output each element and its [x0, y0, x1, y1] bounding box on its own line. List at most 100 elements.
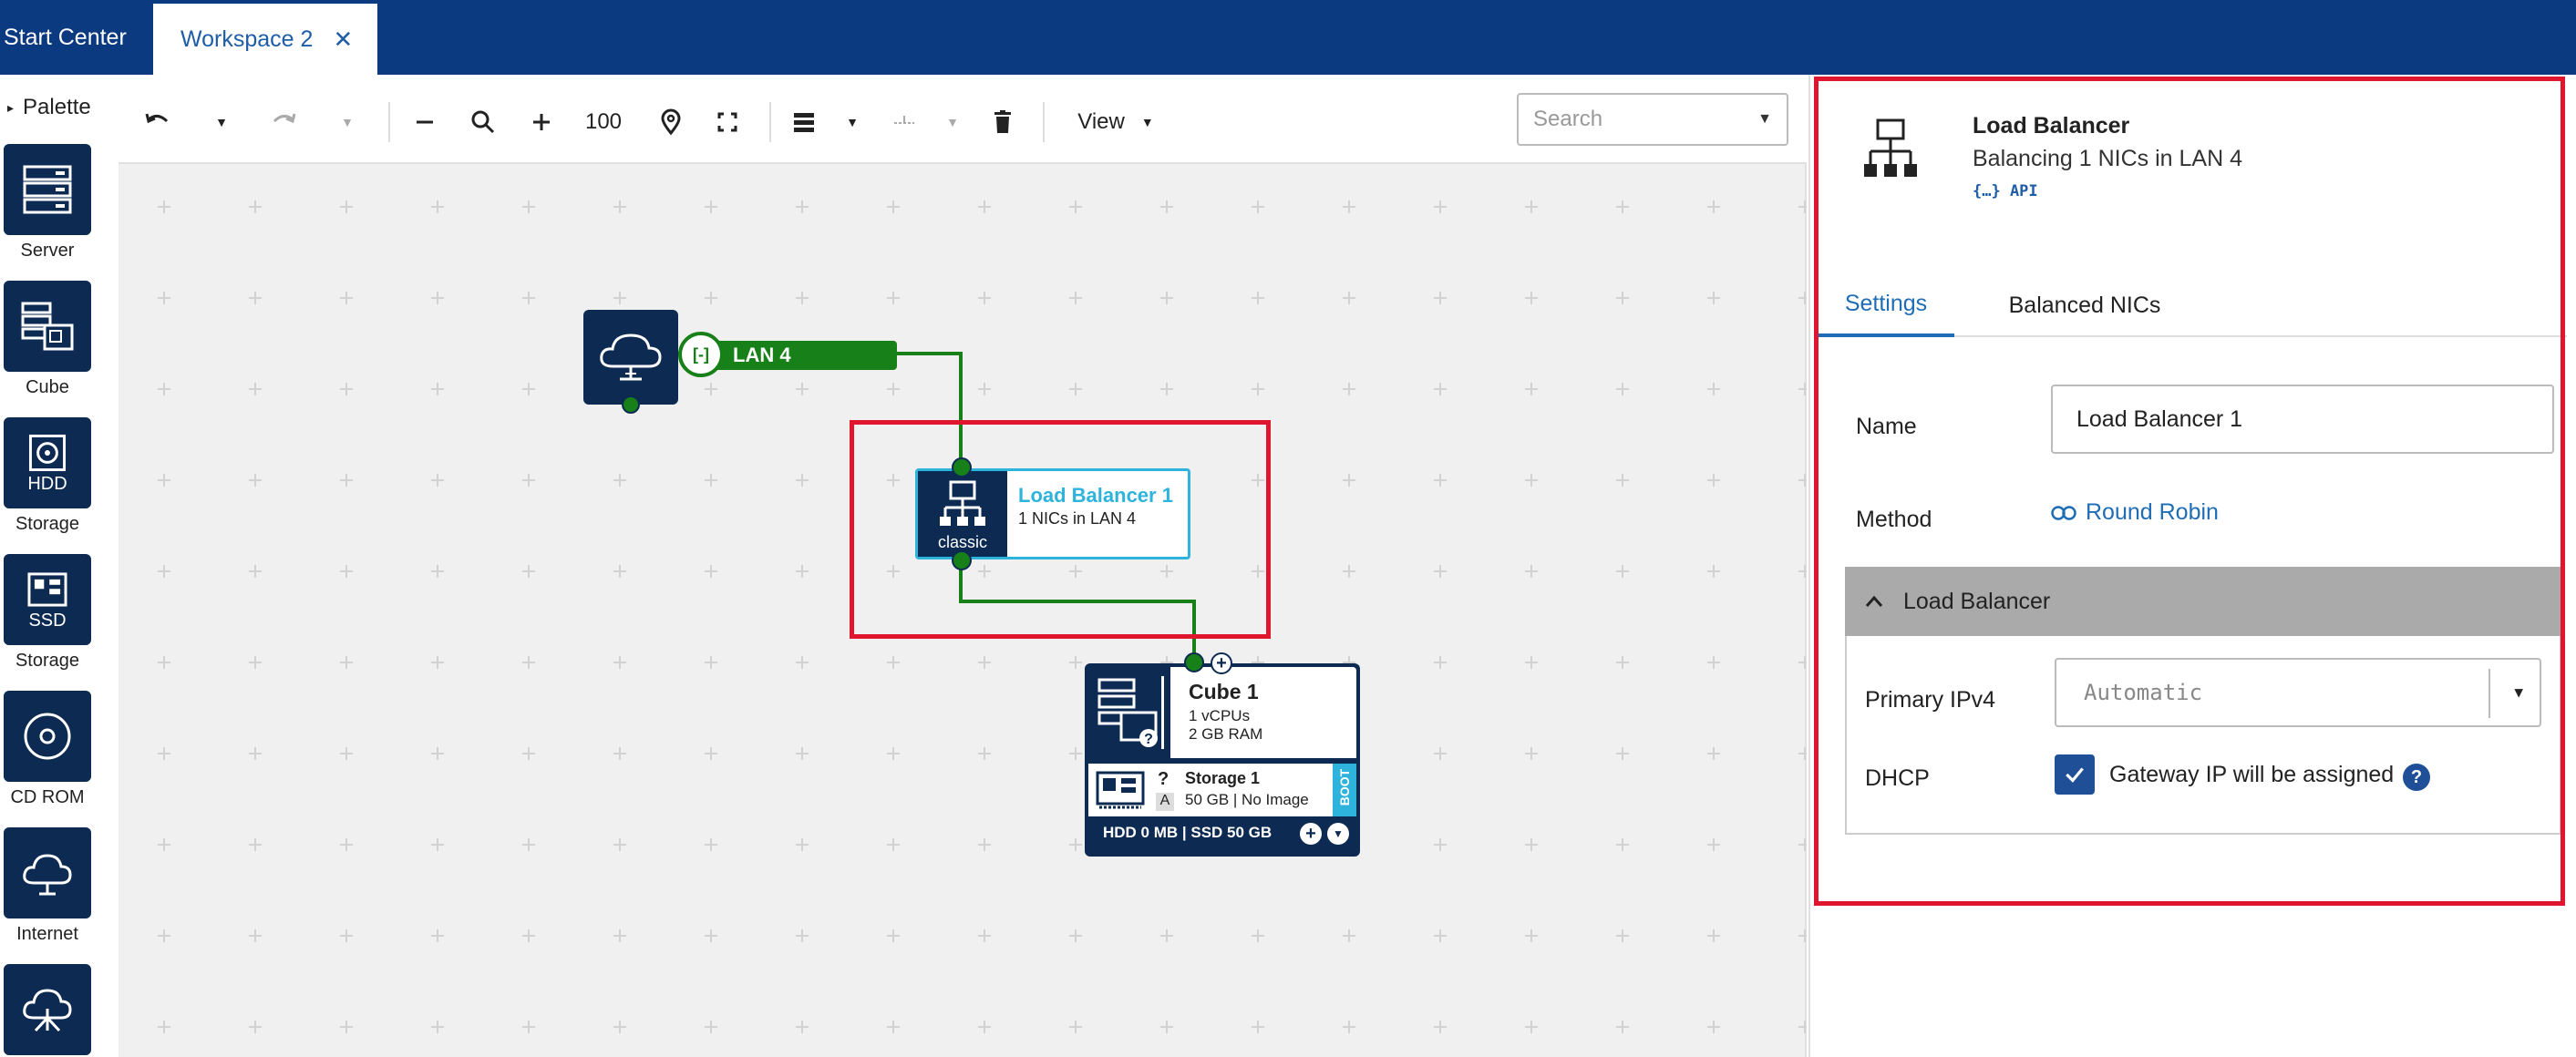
- storage-detail: 50 GB | No Image: [1185, 791, 1309, 808]
- select-divider: [2488, 669, 2490, 718]
- primary-ipv4-value: Automatic: [2084, 680, 2203, 705]
- internet-node[interactable]: [583, 310, 678, 405]
- palette-item-network[interactable]: [4, 964, 91, 1055]
- cube-icon: [4, 281, 91, 372]
- cube-cpus: 1 vCPUs: [1189, 707, 1251, 724]
- chevron-down-icon: ▼: [1140, 115, 1154, 129]
- minus-icon: [417, 120, 433, 124]
- chevron-down-icon: ▼: [341, 115, 354, 129]
- cube-ram: 2 GB RAM: [1189, 725, 1263, 743]
- hdd-icon: HDD: [4, 417, 91, 508]
- locate-button[interactable]: [653, 89, 689, 155]
- add-nic-icon[interactable]: +: [1211, 652, 1232, 674]
- search-input[interactable]: Search ▼: [1517, 93, 1788, 146]
- palette-item-label: CD ROM: [10, 787, 85, 807]
- palette-item-hdd-storage[interactable]: HDD Storage: [4, 417, 91, 536]
- load-balancer-subtitle: 1 NICs in LAN 4: [1018, 509, 1137, 528]
- align-icon: [894, 116, 914, 124]
- add-storage-icon[interactable]: +: [1300, 823, 1322, 845]
- redo-history-dropdown[interactable]: ▼: [334, 89, 361, 155]
- cube-title: Cube 1: [1189, 680, 1259, 703]
- undo-button[interactable]: [137, 89, 177, 155]
- cdrom-icon: [4, 691, 91, 782]
- chevron-down-icon: ▼: [846, 115, 859, 129]
- map-pin-icon: [661, 108, 681, 136]
- cube-node[interactable]: ? Cube 1 1 vCPUs 2 GB RAM ? A Storage 1 …: [1085, 663, 1360, 857]
- palette-item-label: Internet: [16, 924, 78, 944]
- section-title: Load Balancer: [1903, 588, 2051, 614]
- palette-item-server[interactable]: Server: [4, 144, 91, 262]
- palette-item-label: Cube: [26, 377, 69, 397]
- fit-to-screen-button[interactable]: [709, 89, 746, 155]
- align-button[interactable]: [884, 89, 924, 155]
- palette-item-ssd-storage[interactable]: SSD Storage: [4, 554, 91, 672]
- toolbar-divider: [388, 102, 390, 142]
- chevron-down-icon: ▼: [946, 115, 959, 129]
- chevron-up-icon: [1865, 595, 1883, 607]
- layout-button[interactable]: [784, 89, 824, 155]
- palette-item-label: Storage: [15, 514, 80, 534]
- undo-history-dropdown[interactable]: ▼: [208, 89, 235, 155]
- palette-item-cube[interactable]: Cube: [4, 281, 91, 399]
- palette-item-cd-rom[interactable]: CD ROM: [4, 691, 91, 809]
- name-field[interactable]: Load Balancer 1: [2051, 385, 2554, 454]
- view-menu[interactable]: View ▼: [1061, 89, 1170, 155]
- panel-title: Load Balancer: [1973, 113, 2130, 139]
- method-label: Method: [1856, 507, 1932, 532]
- tab-workspace-2[interactable]: Workspace 2 ✕: [153, 0, 377, 75]
- plus-icon: [533, 114, 550, 130]
- ssd-tile-label: SSD: [28, 610, 67, 631]
- dhcp-label: DHCP: [1865, 765, 1930, 791]
- internet-port[interactable]: [622, 395, 640, 414]
- zoom-reset-button[interactable]: [465, 89, 501, 155]
- tab-settings-label: Settings: [1844, 290, 1928, 316]
- lan-switch-icon[interactable]: [-]: [678, 332, 724, 377]
- top-bar: Start Center Workspace 2 ✕: [0, 0, 2576, 75]
- load-balancer-port-top[interactable]: [952, 457, 972, 477]
- boot-badge: BOOT: [1333, 764, 1356, 816]
- caret-right-icon: ▸: [7, 99, 15, 115]
- ssd-icon: SSD: [4, 554, 91, 645]
- zoom-out-button[interactable]: [407, 89, 443, 155]
- zoom-in-button[interactable]: [523, 89, 560, 155]
- load-balancer-node[interactable]: classic Load Balancer 1 1 NICs in LAN 4: [915, 468, 1190, 559]
- delete-button[interactable]: [984, 89, 1021, 155]
- load-balancer-section-header[interactable]: Load Balancer: [1845, 567, 2561, 636]
- align-dropdown[interactable]: ▼: [939, 89, 966, 155]
- tab-balanced-nics[interactable]: Balanced NICs: [1980, 273, 2190, 337]
- redo-button[interactable]: [264, 89, 304, 155]
- search-placeholder: Search: [1533, 107, 1603, 131]
- palette-item-internet[interactable]: Internet: [4, 827, 91, 946]
- tab-start-center[interactable]: Start Center: [0, 0, 153, 75]
- palette-title: Palette: [23, 95, 91, 119]
- redo-icon: [273, 113, 296, 124]
- load-balancer-title: Load Balancer 1: [1018, 484, 1173, 507]
- storage-row[interactable]: ? A Storage 1 50 GB | No Image BOOT: [1088, 764, 1356, 816]
- lan-bar[interactable]: LAN 4: [702, 341, 897, 370]
- panel-tabs: Settings Balanced NICs: [1818, 273, 2567, 337]
- cube-header: ? Cube 1 1 vCPUs 2 GB RAM: [1088, 667, 1356, 758]
- link-icon: [2051, 505, 2076, 520]
- layout-dropdown[interactable]: ▼: [839, 89, 866, 155]
- dhcp-checkbox[interactable]: [2055, 754, 2095, 795]
- chevron-down-icon[interactable]: ▼: [1757, 111, 1772, 128]
- server-icon: [4, 144, 91, 235]
- canvas-grid: [118, 162, 1807, 1057]
- name-label: Name: [1856, 414, 1917, 439]
- tab-settings[interactable]: Settings: [1818, 273, 1954, 337]
- close-icon[interactable]: ✕: [333, 26, 353, 54]
- method-link[interactable]: Round Robin: [2051, 499, 2219, 526]
- primary-ipv4-select[interactable]: Automatic ▼: [2055, 658, 2541, 727]
- api-link[interactable]: {…} API: [1973, 182, 2038, 200]
- cube-nic-port[interactable]: [1184, 652, 1204, 672]
- expand-chevron-icon[interactable]: ▼: [1327, 823, 1349, 845]
- palette-toggle[interactable]: ▸ Palette: [7, 95, 91, 120]
- help-icon[interactable]: ?: [2403, 764, 2430, 791]
- load-balancer-port-bottom[interactable]: [952, 550, 972, 570]
- storage-title: Storage 1: [1185, 769, 1261, 787]
- palette-item-label: Storage: [15, 651, 80, 671]
- hdd-tile-label: HDD: [27, 473, 67, 494]
- chevron-down-icon[interactable]: ▼: [2514, 683, 2523, 701]
- toolbar-divider: [1043, 102, 1045, 142]
- cube-icon: ?: [1088, 667, 1170, 758]
